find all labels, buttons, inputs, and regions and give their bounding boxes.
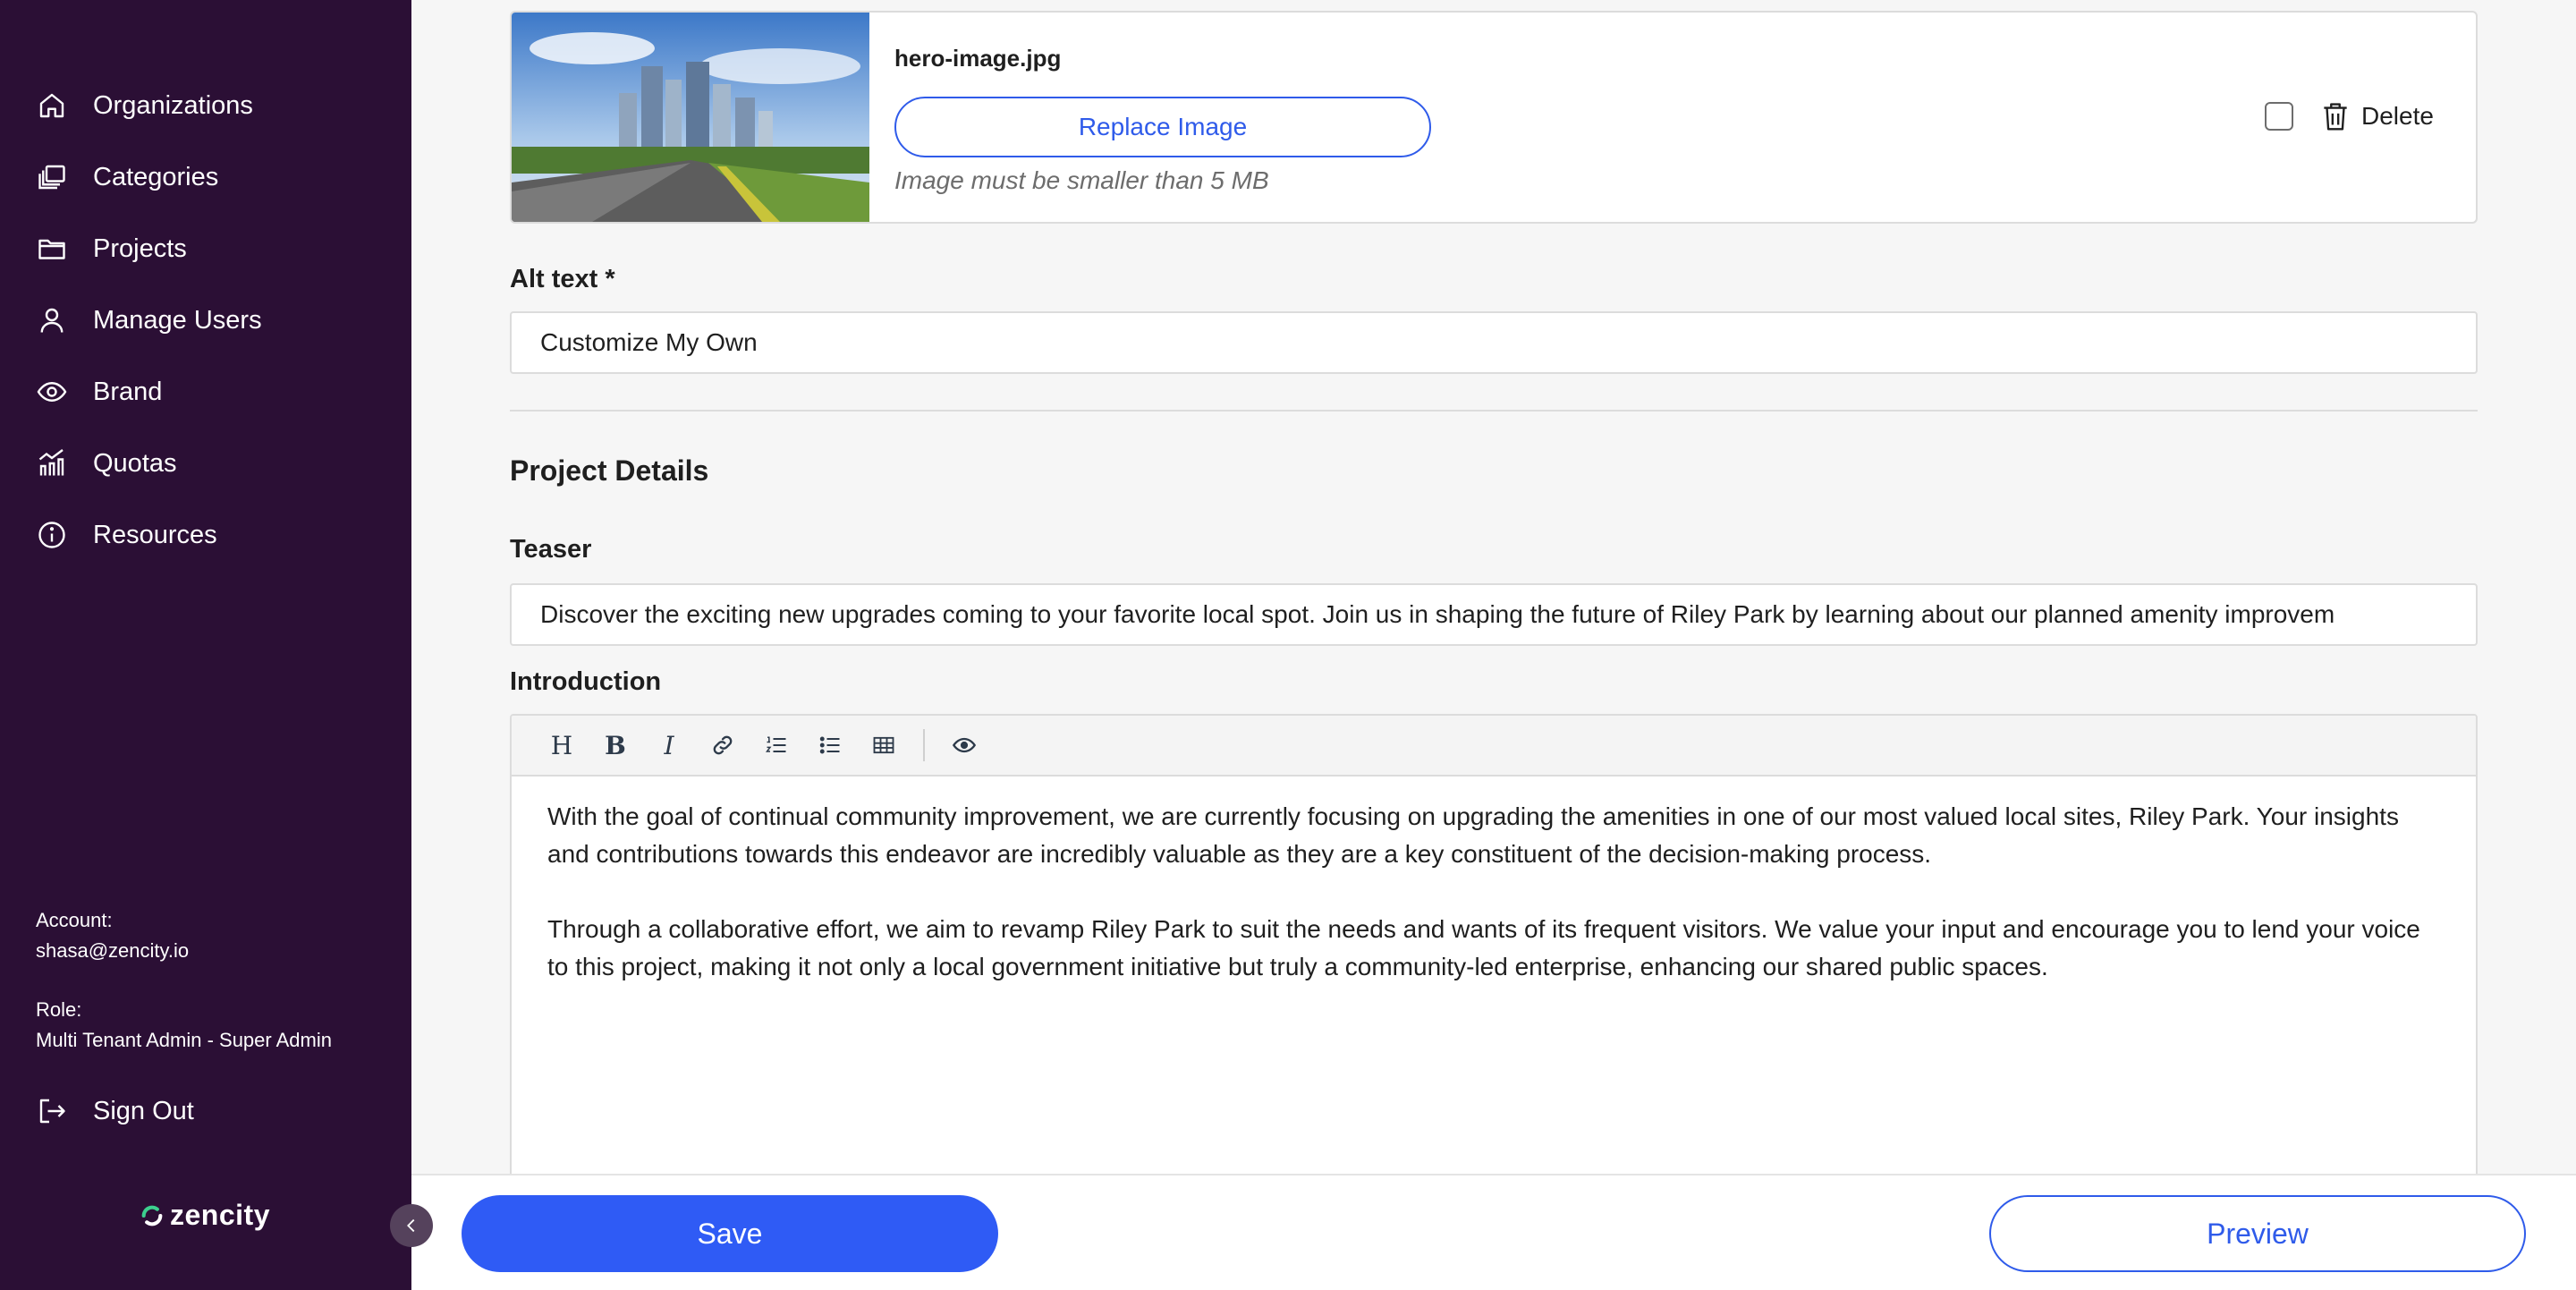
project-details-title: Project Details [510, 454, 709, 487]
account-label: Account: [36, 909, 113, 931]
table-button[interactable] [857, 726, 911, 765]
sidebar-item-label: Quotas [93, 448, 177, 478]
intro-paragraph: With the goal of continual community imp… [547, 802, 2399, 868]
bold-button[interactable]: B [589, 726, 642, 765]
introduction-editor: H B I With the goal of continual communi… [510, 714, 2478, 1197]
main-content: hero-image.jpg Replace Image Image must … [411, 0, 2576, 1197]
bullet-list-button[interactable] [803, 726, 857, 765]
introduction-label: Introduction [510, 667, 662, 696]
sidebar-item-label: Organizations [93, 90, 253, 120]
introduction-text-area[interactable]: With the goal of continual community imp… [512, 777, 2476, 1045]
sidebar-item-label: Manage Users [93, 305, 262, 335]
stack-icon [34, 159, 70, 195]
preview-button[interactable]: Preview [1989, 1195, 2526, 1272]
sidebar: Organizations Categories Projects Manage… [0, 0, 411, 1290]
table-icon [873, 736, 894, 754]
teaser-label: Teaser [510, 535, 592, 564]
role-label: Role: [36, 998, 82, 1021]
sidebar-item-organizations[interactable]: Organizations [34, 70, 262, 141]
collapse-sidebar-button[interactable] [390, 1204, 433, 1247]
sidebar-nav: Organizations Categories Projects Manage… [34, 70, 262, 571]
chevron-left-icon [407, 1218, 415, 1233]
ordered-list-icon [765, 736, 786, 753]
link-button[interactable] [696, 726, 750, 765]
sidebar-item-projects[interactable]: Projects [34, 213, 262, 284]
image-size-hint: Image must be smaller than 5 MB [894, 166, 1269, 194]
sidebar-item-label: Projects [93, 233, 187, 263]
info-icon [34, 517, 70, 553]
folder-icon [34, 231, 70, 267]
link-icon [713, 735, 733, 755]
delete-label: Delete [2361, 102, 2434, 130]
trash-icon [2324, 103, 2347, 131]
save-button[interactable]: Save [462, 1195, 998, 1272]
editor-toolbar: H B I [512, 716, 2476, 777]
preview-toggle-button[interactable] [937, 726, 991, 765]
logo-text: zencity [170, 1199, 270, 1231]
zencity-logo-icon [141, 1205, 163, 1226]
sidebar-item-resources[interactable]: Resources [34, 499, 262, 571]
alt-text-label: Alt text * [510, 265, 615, 293]
replace-image-button[interactable]: Replace Image [894, 97, 1431, 157]
home-icon [34, 88, 70, 123]
delete-image-button[interactable]: Delete [2318, 98, 2434, 134]
sidebar-item-label: Resources [93, 520, 217, 549]
image-filename: hero-image.jpg [894, 45, 1062, 72]
bar-chart-icon [34, 446, 70, 481]
zencity-logo: zencity [140, 1199, 270, 1232]
sidebar-item-quotas[interactable]: Quotas [34, 428, 262, 499]
sidebar-item-manage-users[interactable]: Manage Users [34, 284, 262, 356]
sidebar-item-brand[interactable]: Brand [34, 356, 262, 428]
image-select-checkbox[interactable] [2265, 102, 2293, 131]
account-email: shasa@zencity.io [36, 939, 190, 962]
italic-button[interactable]: I [642, 726, 696, 765]
action-bar: Save Preview [411, 1174, 2576, 1290]
intro-paragraph: Through a collaborative effort, we aim t… [547, 915, 2420, 980]
section-divider [510, 410, 2478, 412]
eye-icon [34, 374, 70, 410]
ordered-list-button[interactable] [750, 726, 803, 765]
sidebar-item-label: Categories [93, 162, 219, 191]
teaser-input[interactable] [510, 583, 2478, 646]
toolbar-separator [923, 729, 925, 761]
hero-image-thumbnail [512, 13, 869, 222]
sidebar-item-categories[interactable]: Categories [34, 141, 262, 213]
sign-out-label: Sign Out [93, 1096, 194, 1125]
eye-icon [952, 737, 977, 753]
account-info: Account: shasa@zencity.io Role: Multi Te… [36, 905, 332, 1056]
image-upload-card: hero-image.jpg Replace Image Image must … [510, 11, 2478, 224]
sign-out-button[interactable]: Sign Out [34, 1093, 194, 1129]
bullet-list-icon [819, 736, 840, 754]
role-value: Multi Tenant Admin - Super Admin [36, 1029, 332, 1051]
sign-out-icon [34, 1093, 70, 1129]
alt-text-input[interactable] [510, 311, 2478, 374]
sidebar-item-label: Brand [93, 377, 163, 406]
user-icon [34, 302, 70, 338]
heading-button[interactable]: H [535, 726, 589, 765]
